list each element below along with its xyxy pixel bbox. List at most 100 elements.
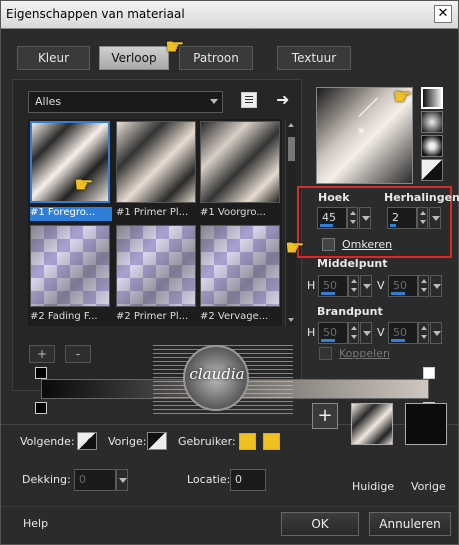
repeats-value: 2 [392, 211, 399, 224]
opacity-value: 0 [79, 473, 86, 486]
center-v-level-bar [391, 292, 405, 295]
gradient-thumb-2[interactable] [116, 121, 196, 203]
style-sunburst-button[interactable] [421, 135, 443, 157]
gradient-caption-6: #2 Vervage... [200, 311, 269, 322]
center-h-input[interactable]: 50 [318, 275, 348, 297]
close-icon[interactable]: ✕ [434, 5, 452, 23]
angle-input[interactable]: 45 [317, 207, 347, 229]
focal-v-level-bar [391, 339, 405, 342]
tab-kleur[interactable]: Kleur [17, 46, 90, 70]
user-label: Gebruiker: [178, 435, 236, 448]
repeats-spinner[interactable] [417, 207, 428, 229]
opacity-input[interactable]: 0 [74, 469, 116, 491]
gradient-grid: ☛ #1 Foregro... #1 Primer Pl... #1 Voorg… [28, 119, 282, 326]
gradient-thumb-4[interactable] [30, 225, 110, 307]
link-checkbox[interactable] [319, 347, 332, 360]
gradient-scrollbar[interactable] [285, 119, 296, 326]
gradient-thumb-3[interactable] [200, 121, 280, 203]
footer-divider [1, 506, 458, 507]
user-color-swatch-2[interactable] [263, 433, 280, 450]
cancel-button[interactable]: Annuleren [369, 512, 451, 536]
focal-h-dropdown[interactable] [360, 322, 372, 344]
angle-dropdown[interactable] [359, 207, 371, 229]
gradient-caption-1: #1 Foregro... [30, 207, 112, 221]
previous-label: Vorige: [108, 435, 147, 448]
focal-v-dropdown[interactable] [430, 322, 442, 344]
center-v-input[interactable]: 50 [388, 275, 418, 297]
gradient-caption-2: #1 Primer Pl... [116, 207, 189, 218]
stop-marker-bottom-left[interactable] [35, 402, 47, 414]
focal-v-value: 50 [393, 326, 407, 339]
gradient-thumb-5[interactable] [116, 225, 196, 307]
focal-label: Brandpunt [317, 305, 383, 318]
gradient-caption-5: #2 Primer Pl... [116, 311, 189, 322]
focal-v-label: V [377, 326, 385, 339]
gradient-thumb-1[interactable]: ☛ [30, 121, 110, 203]
category-select[interactable]: Alles [28, 91, 223, 113]
location-input[interactable]: 0 [230, 469, 266, 491]
scroll-down-icon[interactable] [288, 318, 294, 322]
current-swatch-label: Huidige [352, 480, 395, 493]
tab-verloop[interactable]: Verloop [99, 46, 169, 70]
gradient-caption-3: #1 Voorgro... [200, 207, 266, 218]
style-radial-button[interactable] [421, 159, 443, 181]
add-swatch-button[interactable]: + [312, 403, 338, 429]
chevron-down-icon [210, 99, 218, 104]
angle-spinner[interactable] [347, 207, 358, 229]
center-v-dropdown[interactable] [430, 275, 442, 297]
focal-v-input[interactable]: 50 [388, 322, 418, 344]
center-v-value: 50 [393, 279, 407, 292]
style-rectangular-button[interactable] [421, 111, 443, 133]
center-h-value: 50 [323, 279, 337, 292]
following-stop-icon[interactable] [77, 432, 97, 450]
location-value: 0 [235, 473, 242, 486]
previous-swatch[interactable] [405, 403, 447, 445]
following-label: Volgende: [20, 435, 75, 448]
gradient-caption-4: #2 Fading F... [30, 311, 98, 322]
focal-h-value: 50 [323, 326, 337, 339]
stop-marker-top-left[interactable] [35, 367, 47, 379]
user-color-swatch[interactable] [239, 433, 256, 450]
help-button[interactable]: Help [23, 517, 48, 530]
focal-h-label: H [307, 326, 316, 339]
center-h-spinner[interactable] [348, 275, 359, 297]
center-h-label: H [307, 279, 316, 292]
tab-textuur[interactable]: Textuur [277, 46, 351, 70]
angle-label: Hoek [318, 191, 350, 204]
pointing-hand-icon: ☛ [393, 85, 413, 110]
gradient-thumb-6[interactable] [200, 225, 280, 307]
center-v-label: V [377, 279, 385, 292]
angle-value: 45 [322, 211, 336, 224]
pointing-hand-icon: ☛ [74, 173, 94, 198]
opacity-dropdown[interactable] [116, 469, 128, 491]
material-properties-dialog: Eigenschappen van materiaal ✕ Kleur Verl… [0, 0, 459, 545]
category-select-value: Alles [35, 95, 62, 108]
focal-h-input[interactable]: 50 [318, 322, 348, 344]
arrow-right-icon[interactable]: ➜ [276, 90, 289, 109]
current-swatch[interactable] [351, 403, 393, 445]
list-view-icon[interactable] [241, 92, 257, 108]
invert-checkbox[interactable] [322, 238, 335, 251]
style-linear-button[interactable] [421, 87, 443, 109]
focal-v-spinner[interactable] [418, 322, 429, 344]
center-label: Middelpunt [317, 257, 388, 270]
scroll-up-icon[interactable] [288, 123, 294, 127]
previous-stop-icon[interactable] [147, 432, 167, 450]
stop-marker-top-right[interactable] [423, 367, 435, 379]
invert-label: Omkeren [342, 238, 393, 251]
focal-h-level-bar [321, 339, 335, 342]
center-h-dropdown[interactable] [360, 275, 372, 297]
link-label: Koppelen [339, 347, 390, 360]
remove-stop-button[interactable]: - [65, 345, 91, 363]
focal-h-spinner[interactable] [348, 322, 359, 344]
repeats-label: Herhalingen [384, 191, 459, 204]
gradient-editor-bar[interactable] [41, 379, 429, 399]
add-stop-button[interactable]: + [29, 345, 55, 363]
center-v-spinner[interactable] [418, 275, 429, 297]
repeats-input[interactable]: 2 [387, 207, 417, 229]
tab-patroon[interactable]: Patroon [179, 46, 253, 70]
ok-button[interactable]: OK [281, 512, 359, 536]
scroll-thumb[interactable] [288, 137, 295, 161]
repeats-dropdown[interactable] [429, 207, 441, 229]
angle-level-bar [320, 224, 333, 227]
